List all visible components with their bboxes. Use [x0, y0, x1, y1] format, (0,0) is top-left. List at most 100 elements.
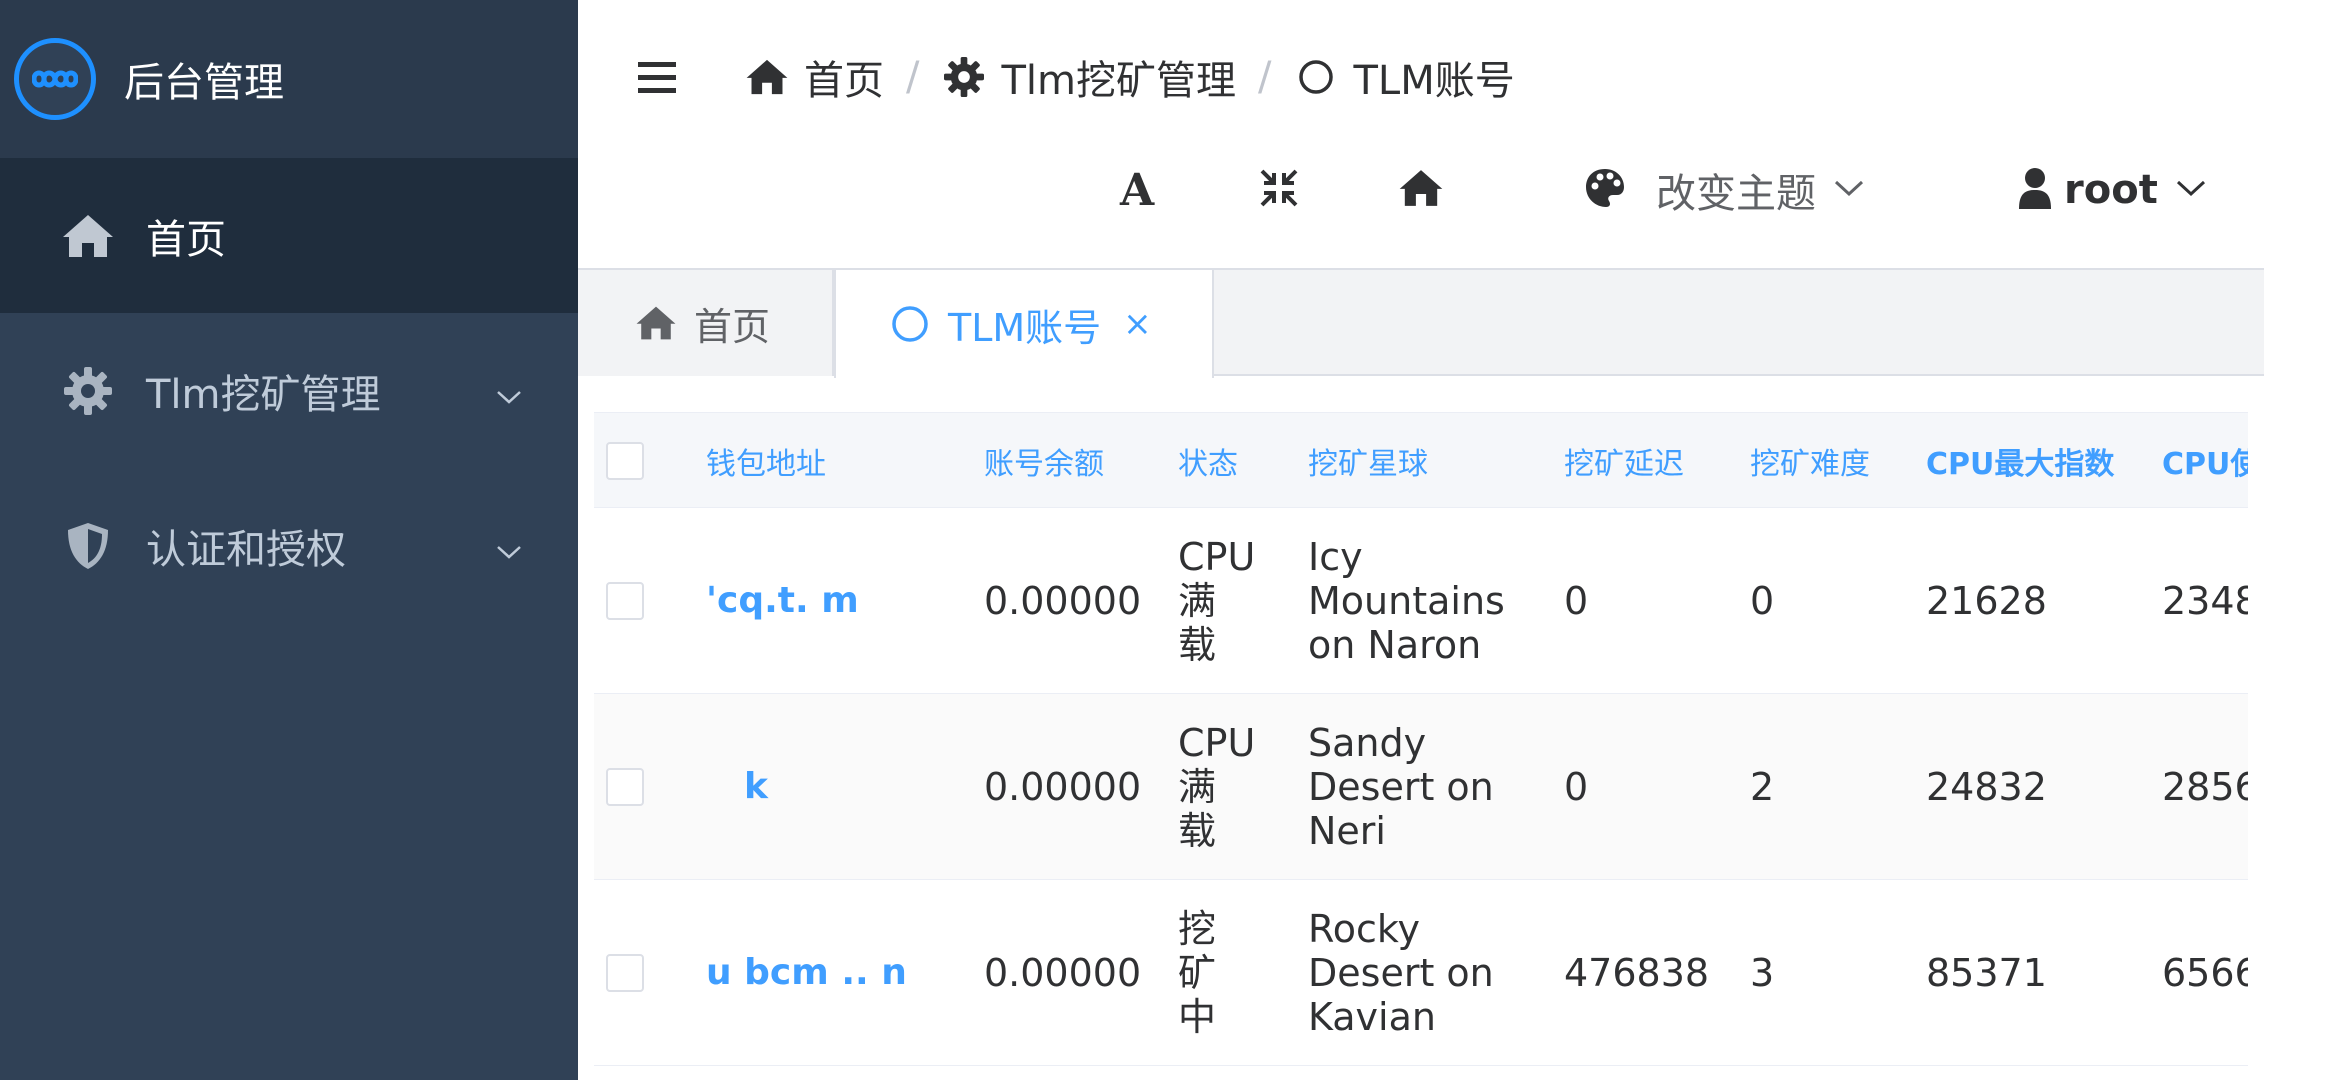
tag-home[interactable]: 首页	[578, 270, 834, 376]
wallet-address[interactable]: 'cq.t. m	[706, 508, 859, 694]
chevron-down-icon	[496, 368, 522, 414]
checkbox[interactable]	[606, 442, 644, 480]
row-checkbox[interactable]	[606, 768, 644, 806]
sidebar-item-label: 认证和授权	[146, 526, 346, 573]
status-line: CPU	[1178, 721, 1256, 765]
cpu-max-cell: 24832	[1926, 765, 2047, 809]
status-cell: CPU 满 载	[1178, 694, 1255, 880]
theme-dropdown[interactable]: 改变主题	[1584, 150, 1864, 230]
cpu-use-cell: 2856	[2162, 765, 2248, 809]
compress-icon	[1258, 167, 1300, 213]
breadcrumb-item-current: TLM账号	[1293, 48, 1515, 106]
breadcrumb-label: Tlm挖矿管理	[1001, 58, 1236, 104]
delay-cell: 0	[1564, 579, 1589, 623]
chevron-down-icon	[2176, 179, 2206, 201]
planet-line: Neri	[1308, 809, 1386, 853]
sidebar-item-tlm-mining[interactable]: Tlm挖矿管理	[0, 313, 578, 468]
home-button[interactable]	[1398, 150, 1444, 230]
planet-line: Sandy	[1308, 721, 1427, 765]
user-dropdown[interactable]: root	[2018, 150, 2206, 230]
sidebar-item-auth[interactable]: 认证和授权	[0, 468, 578, 623]
theme-label: 改变主题	[1656, 171, 1816, 217]
select-all-checkbox[interactable]	[606, 413, 644, 509]
wallet-address[interactable]: k	[744, 694, 768, 880]
tags-view: 首页 TLM账号 ×	[578, 270, 2264, 378]
breadcrumb-item-home[interactable]: 首页	[744, 48, 884, 106]
delay-cell: 0	[1564, 765, 1589, 809]
breadcrumb-separator: /	[906, 54, 920, 100]
cpu-max-cell: 85371	[1926, 951, 2047, 995]
font-size-button[interactable]: A	[1120, 150, 1154, 230]
tag-tlm-account[interactable]: TLM账号 ×	[834, 270, 1214, 378]
status-line: 挖	[1178, 907, 1217, 951]
shield-icon	[60, 518, 116, 574]
home-icon	[634, 301, 678, 345]
breadcrumb-label: TLM账号	[1353, 58, 1515, 104]
table-row[interactable]: u bcm .. n 0.00000 挖 矿 中 Rocky Desert on…	[594, 880, 2248, 1066]
breadcrumb-item-tlm-mining[interactable]: Tlm挖矿管理	[941, 48, 1236, 106]
row-checkbox[interactable]	[606, 582, 644, 620]
difficulty-cell: 0	[1750, 579, 1775, 623]
home-icon	[744, 54, 790, 100]
user-label: root	[2064, 167, 2158, 213]
table-header: 钱包地址 账号余额 状态 挖矿星球 挖矿延迟 挖矿难度 CPU最大指数 CPU使	[594, 412, 2248, 508]
planet-line: Icy	[1308, 535, 1363, 579]
cpu-max-cell: 21628	[1926, 579, 2047, 623]
circle-icon	[1293, 54, 1339, 100]
infinity-logo-icon	[14, 38, 96, 120]
app-title: 后台管理	[124, 60, 284, 106]
tag-label: 首页	[694, 304, 771, 349]
home-icon	[60, 208, 116, 264]
planet-line: Desert on	[1308, 765, 1494, 809]
sidebar-item-label: Tlm挖矿管理	[146, 371, 381, 418]
column-header[interactable]: 挖矿延迟	[1564, 413, 1684, 509]
chevron-down-icon	[496, 523, 522, 569]
app-root: 后台管理 首页 Tlm挖矿管理 认证和授权 首页 / Tlm挖矿管理 / TLM…	[0, 0, 2340, 1080]
column-header[interactable]: 钱包地址	[706, 413, 826, 509]
status-line: 满	[1178, 765, 1217, 809]
column-header[interactable]: CPU使	[2162, 413, 2248, 509]
column-header[interactable]: 状态	[1178, 413, 1238, 509]
fullscreen-exit-button[interactable]	[1258, 150, 1300, 230]
cpu-use-cell: 2348	[2162, 579, 2248, 623]
planet-cell: Sandy Desert on Neri	[1308, 694, 1494, 880]
column-header[interactable]: CPU最大指数	[1926, 413, 2114, 509]
sidebar-item-label: 首页	[146, 216, 226, 263]
hamburger-icon[interactable]	[638, 60, 676, 96]
status-line: 矿	[1178, 951, 1217, 995]
planet-line: Rocky	[1308, 907, 1420, 951]
sidebar-logo[interactable]: 后台管理	[0, 0, 578, 158]
accounts-table: 钱包地址 账号余额 状态 挖矿星球 挖矿延迟 挖矿难度 CPU最大指数 CPU使…	[594, 412, 2248, 1080]
sidebar-item-home[interactable]: 首页	[0, 158, 578, 313]
planet-line: Kavian	[1308, 995, 1436, 1039]
home-icon	[1398, 168, 1444, 212]
table-row[interactable]: k 0.00000 CPU 满 载 Sandy Desert on Neri 0…	[594, 694, 2248, 880]
breadcrumb: 首页 / Tlm挖矿管理 / TLM账号	[744, 48, 1515, 106]
wallet-address[interactable]: u bcm .. n	[706, 880, 907, 1066]
column-header[interactable]: 账号余额	[984, 413, 1104, 509]
balance-cell: 0.00000	[984, 951, 1142, 995]
close-icon[interactable]: ×	[1123, 304, 1152, 344]
navbar: 首页 / Tlm挖矿管理 / TLM账号 A 改变主题 root	[578, 0, 2264, 270]
gear-icon	[941, 54, 987, 100]
column-header[interactable]: 挖矿难度	[1750, 413, 1870, 509]
tag-label: TLM账号	[948, 305, 1102, 350]
planet-line: on Naron	[1308, 623, 1482, 667]
breadcrumb-label: 首页	[804, 58, 884, 104]
cpu-use-cell: 6566	[2162, 951, 2248, 995]
table-row[interactable]: 'cq.t. m 0.00000 CPU 满 载 Icy Mountains o…	[594, 508, 2248, 694]
planet-line: Mountains	[1308, 579, 1505, 623]
status-line: 载	[1178, 809, 1217, 853]
difficulty-cell: 3	[1750, 951, 1775, 995]
column-header[interactable]: 挖矿星球	[1308, 413, 1428, 509]
row-checkbox[interactable]	[606, 954, 644, 992]
difficulty-cell: 2	[1750, 765, 1775, 809]
planet-line: Desert on	[1308, 951, 1494, 995]
font-size-icon: A	[1120, 164, 1155, 216]
planet-cell: Rocky Desert on Kavian	[1308, 880, 1494, 1066]
sidebar: 后台管理 首页 Tlm挖矿管理 认证和授权	[0, 0, 578, 1080]
palette-icon	[1584, 167, 1626, 213]
status-line: 满	[1178, 579, 1217, 623]
status-line: CPU	[1178, 535, 1256, 579]
balance-cell: 0.00000	[984, 765, 1142, 809]
